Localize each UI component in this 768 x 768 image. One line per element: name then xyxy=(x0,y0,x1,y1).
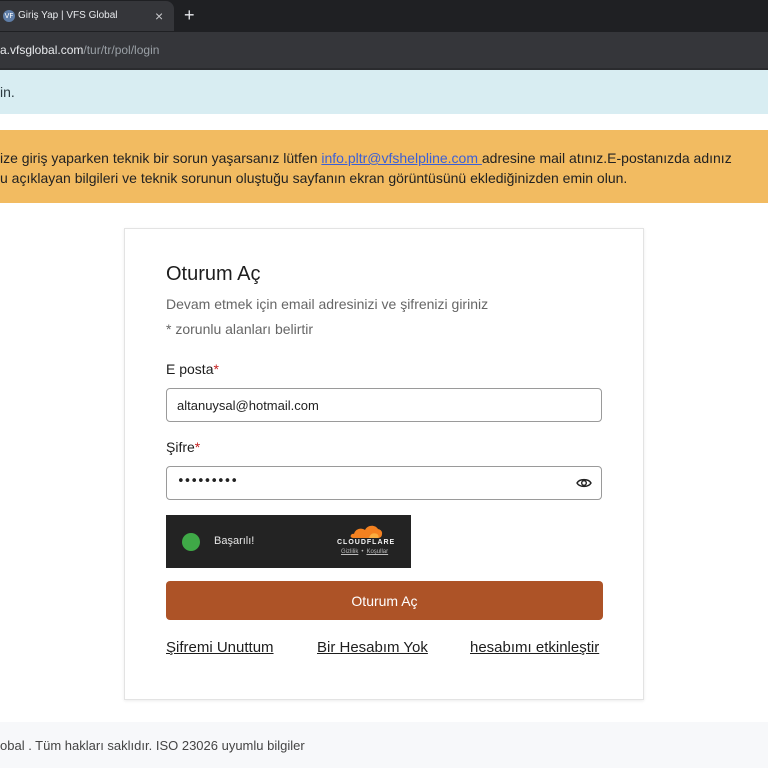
page-title: Oturum Aç xyxy=(166,263,261,285)
no-account-link[interactable]: Bir Hesabım Yok xyxy=(317,639,428,656)
forgot-password-link[interactable]: Şifremi Unuttum xyxy=(166,639,274,656)
login-subtitle: Devam etmek için email adresinizi ve şif… xyxy=(166,296,489,312)
email-field[interactable]: altanuysal@hotmail.com xyxy=(166,388,602,422)
login-submit-button[interactable]: Oturum Aç xyxy=(166,581,603,620)
email-label: E posta* xyxy=(166,361,219,377)
password-value: ••••••••• xyxy=(177,474,238,489)
url-text[interactable]: a.vfsglobal.com/tur/tr/pol/login xyxy=(0,43,159,57)
password-label: Şifre* xyxy=(166,439,200,455)
eye-icon[interactable] xyxy=(576,475,592,491)
cloudflare-captcha[interactable]: Başarılı! CLOUDFLARE Gizlilik • Koşullar xyxy=(166,515,411,568)
plus-icon[interactable]: + xyxy=(184,4,195,26)
cloudflare-brand: CLOUDFLARE xyxy=(337,539,396,546)
warning-text-before: ize giriş yaparken teknik bir sorun yaşa… xyxy=(0,150,322,166)
login-card: Oturum Aç Devam etmek için email adresin… xyxy=(124,228,644,700)
info-banner: in. xyxy=(0,70,768,114)
cloudflare-logo-icon xyxy=(350,525,383,538)
captcha-links: Gizlilik • Koşullar xyxy=(341,549,388,555)
warning-text-after: adresine mail atınız.E-postanızda adınız xyxy=(481,150,732,166)
checkmark-icon xyxy=(182,533,200,551)
link-separator: • xyxy=(361,549,364,555)
footer-text: obal . Tüm hakları saklıdır. ISO 23026 u… xyxy=(0,738,305,753)
email-label-text: E posta xyxy=(166,361,214,377)
close-icon[interactable]: × xyxy=(155,7,163,25)
password-label-text: Şifre xyxy=(166,439,195,455)
page-footer: obal . Tüm hakları saklıdır. ISO 23026 u… xyxy=(0,722,768,768)
email-value: altanuysal@hotmail.com xyxy=(177,398,319,413)
info-banner-text: in. xyxy=(0,84,15,100)
warning-line-2: u açıklayan bilgileri ve teknik sorunun … xyxy=(0,170,628,186)
browser-tab-bar: VF Giriş Yap | VFS Global × + xyxy=(0,0,768,32)
warning-banner: ize giriş yaparken teknik bir sorun yaşa… xyxy=(0,130,768,203)
url-host: a.vfsglobal.com xyxy=(0,43,84,57)
browser-tab[interactable]: VF Giriş Yap | VFS Global × xyxy=(0,1,174,31)
tab-title: Giriş Yap | VFS Global xyxy=(18,10,118,21)
vfs-favicon-icon: VF xyxy=(3,10,15,22)
url-path: /tur/tr/pol/login xyxy=(83,43,160,57)
required-star: * xyxy=(213,361,219,377)
support-email-link[interactable]: info.pltr@vfshelpline.com xyxy=(321,150,482,166)
activate-account-link[interactable]: hesabımı etkinleştir xyxy=(470,639,599,656)
required-note: * zorunlu alanları belirtir xyxy=(166,321,314,337)
address-bar[interactable]: a.vfsglobal.com/tur/tr/pol/login xyxy=(0,32,768,68)
required-star: * xyxy=(194,439,201,455)
terms-link[interactable]: Koşullar xyxy=(366,549,388,555)
captcha-status: Başarılı! xyxy=(214,535,255,547)
password-field[interactable]: ••••••••• xyxy=(166,466,602,500)
privacy-link[interactable]: Gizlilik xyxy=(341,549,358,555)
warning-line-1: ize giriş yaparken teknik bir sorun yaşa… xyxy=(0,150,732,166)
